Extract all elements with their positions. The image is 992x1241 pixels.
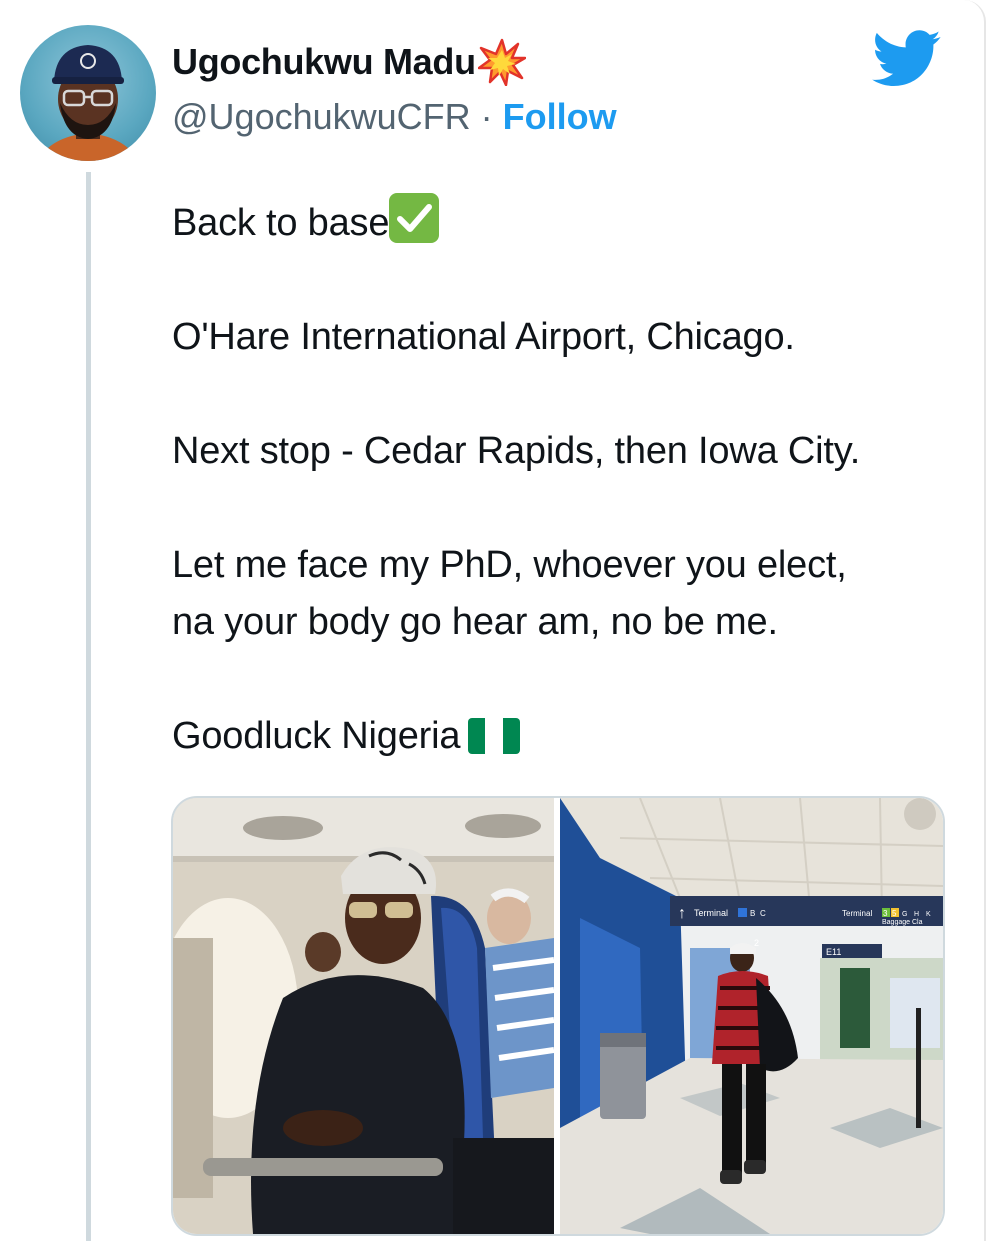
sign-text: B xyxy=(750,909,755,918)
sign-text: 2 xyxy=(754,938,759,948)
avatar-portrait xyxy=(38,45,138,161)
collision-emoji-icon xyxy=(477,38,526,86)
sign-text: C xyxy=(760,909,766,918)
sign-text: 5 xyxy=(892,909,897,918)
tweet-paragraph: Goodluck Nigeria xyxy=(172,708,962,765)
sign-text: G xyxy=(902,911,907,918)
tweet-paragraph: Back to base xyxy=(172,193,962,252)
sign-text: H xyxy=(914,911,919,918)
sign-text: K xyxy=(926,911,931,918)
media-photo-airport[interactable]: ↑ Terminal B C Terminal 3 5 G H K Baggag… xyxy=(560,798,943,1234)
tweet-paragraph: Let me face my PhD, whoever you elect, n… xyxy=(172,544,847,643)
tweet-paragraph: Next stop - Cedar Rapids, then Iowa City… xyxy=(172,430,861,472)
tweet-media-grid[interactable]: ↑ Terminal B C Terminal 3 5 G H K Baggag… xyxy=(171,796,945,1236)
airplane-cabin-photo xyxy=(173,798,554,1234)
separator-dot: · xyxy=(480,96,493,137)
tweet-paragraph: O'Hare International Airport, Chicago. xyxy=(172,316,795,358)
check-mark-emoji-icon xyxy=(389,193,440,243)
handle-row: @UgochukwuCFR · Follow xyxy=(172,96,617,138)
paragraph-text: Goodluck Nigeria xyxy=(172,715,461,757)
paragraph-text: Back to base xyxy=(172,202,390,244)
avatar[interactable] xyxy=(20,25,156,161)
sign-arrow-icon: ↑ xyxy=(678,905,686,922)
sign-text: Terminal xyxy=(694,908,728,918)
follow-button[interactable]: Follow xyxy=(503,96,617,138)
tweet-text: Back to base O'Hare International Airpor… xyxy=(172,193,962,822)
media-photo-airplane[interactable] xyxy=(173,798,554,1234)
airport-terminal-photo: ↑ Terminal B C Terminal 3 5 G H K Baggag… xyxy=(560,798,943,1234)
user-name-row[interactable]: Ugochukwu Madu xyxy=(172,38,526,86)
sign-text: Terminal xyxy=(842,909,872,918)
sign-text: Baggage Cla xyxy=(882,919,923,926)
twitter-bird-icon[interactable] xyxy=(872,30,942,88)
user-handle[interactable]: @UgochukwuCFR xyxy=(172,96,471,138)
sign-text: E11 xyxy=(826,947,841,957)
display-name[interactable]: Ugochukwu Madu xyxy=(172,41,476,83)
sign-text: 3 xyxy=(883,909,888,918)
nigeria-flag-emoji-icon xyxy=(468,718,521,754)
tweet-card: Ugochukwu Madu @UgochukwuCFR · Follow Ba… xyxy=(0,0,986,1241)
thread-connector-line xyxy=(86,172,91,1241)
